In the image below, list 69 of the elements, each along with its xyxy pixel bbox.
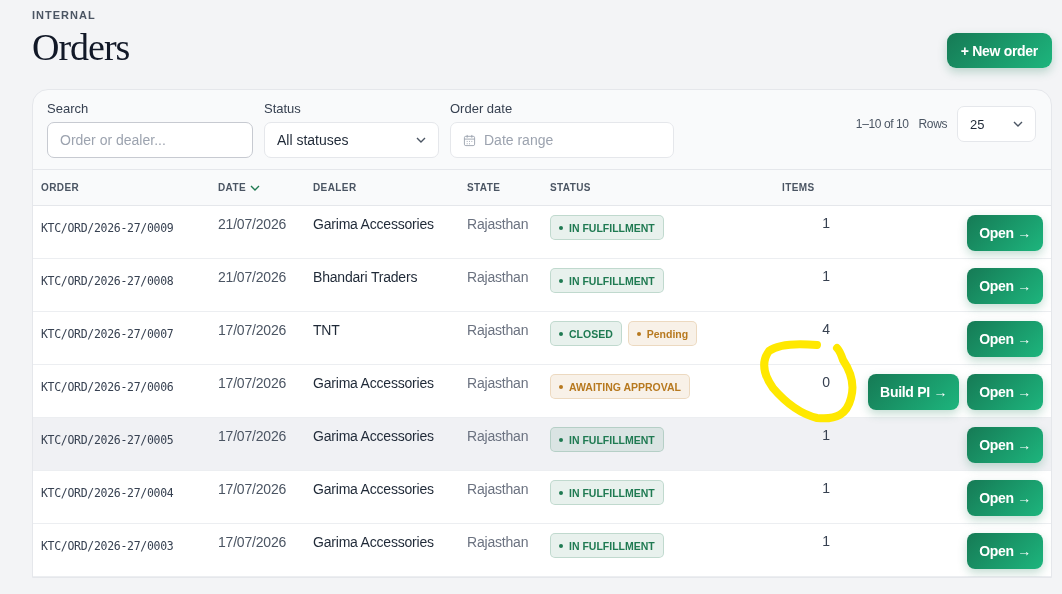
column-header[interactable]: DATE xyxy=(218,182,261,193)
state-name: Rajasthan xyxy=(467,321,529,338)
order-date: 17/07/2026 xyxy=(218,533,287,550)
order-number: KTC/ORD/2026-27/0008 xyxy=(41,273,174,288)
rows-label: Rows xyxy=(918,117,947,131)
order-date: 17/07/2026 xyxy=(218,427,287,444)
status-badge: IN FULFILLMENT xyxy=(550,533,664,558)
open-button[interactable]: Open → xyxy=(967,480,1043,516)
date-range-field[interactable]: Date range xyxy=(450,122,674,158)
item-count: 1 xyxy=(822,215,831,231)
item-count: 1 xyxy=(822,427,831,443)
status-badge: IN FULFILLMENT xyxy=(550,427,664,452)
dealer-name: Bhandari Traders xyxy=(313,268,418,285)
column-header[interactable]: STATE xyxy=(467,182,501,193)
open-button[interactable]: Open → xyxy=(967,321,1043,357)
search-field[interactable]: Order or dealer... xyxy=(47,122,253,158)
status-select[interactable]: All statuses xyxy=(264,122,439,158)
status-badge: IN FULFILLMENT xyxy=(550,215,664,240)
order-number: KTC/ORD/2026-27/0005 xyxy=(41,432,174,447)
order-number: KTC/ORD/2026-27/0003 xyxy=(41,538,174,553)
order-date: 17/07/2026 xyxy=(218,480,287,497)
dealer-name: Garima Accessories xyxy=(313,215,434,232)
column-header[interactable]: ITEMS xyxy=(782,182,815,193)
order-number: KTC/ORD/2026-27/0009 xyxy=(41,220,174,235)
item-count: 0 xyxy=(822,374,831,390)
open-button[interactable]: Open → xyxy=(967,533,1043,569)
status-badge: CLOSED xyxy=(550,321,622,346)
dealer-name: TNT xyxy=(313,321,340,338)
column-header[interactable]: STATUS xyxy=(550,182,591,193)
order-number: KTC/ORD/2026-27/0007 xyxy=(41,326,174,341)
dealer-name: Garima Accessories xyxy=(313,533,434,550)
state-name: Rajasthan xyxy=(467,480,529,497)
column-header[interactable]: ORDER xyxy=(41,182,80,193)
dealer-name: Garima Accessories xyxy=(313,427,434,444)
state-name: Rajasthan xyxy=(467,533,529,550)
item-count: 1 xyxy=(822,533,831,549)
order-date: 17/07/2026 xyxy=(218,374,287,391)
open-button[interactable]: Open → xyxy=(967,215,1043,251)
field-label: Order date xyxy=(450,101,514,116)
open-button[interactable]: Open → xyxy=(967,268,1043,304)
dealer-name: Garima Accessories xyxy=(313,374,434,391)
section-eyebrow: INTERNAL xyxy=(32,9,97,21)
item-count: 4 xyxy=(822,321,831,337)
dealer-name: Garima Accessories xyxy=(313,480,434,497)
status-badge: IN FULFILLMENT xyxy=(550,268,664,293)
state-name: Rajasthan xyxy=(467,215,529,232)
field-label: Status xyxy=(264,101,302,116)
status-badge: Pending xyxy=(627,321,698,346)
order-date: 21/07/2026 xyxy=(218,268,287,285)
new-order-button[interactable]: + New order xyxy=(946,33,1052,68)
state-name: Rajasthan xyxy=(467,427,529,444)
column-header[interactable]: DEALER xyxy=(313,182,357,193)
pagination-range: 1–10 of 10 xyxy=(855,117,909,131)
order-date: 17/07/2026 xyxy=(218,321,287,338)
open-button[interactable]: Open → xyxy=(967,374,1043,410)
open-button[interactable]: Open → xyxy=(967,427,1043,463)
item-count: 1 xyxy=(822,480,831,496)
order-date: 21/07/2026 xyxy=(218,215,287,232)
item-count: 1 xyxy=(822,268,831,284)
state-name: Rajasthan xyxy=(467,374,529,391)
field-label: Search xyxy=(47,101,90,116)
order-number: KTC/ORD/2026-27/0006 xyxy=(41,379,174,394)
rows-select[interactable]: 25 xyxy=(957,106,1036,142)
status-badge: IN FULFILLMENT xyxy=(550,480,664,505)
order-number: KTC/ORD/2026-27/0004 xyxy=(41,485,174,500)
build-pi-button[interactable]: Build PI → xyxy=(868,374,960,410)
page-title: Orders xyxy=(32,25,130,69)
status-badge: AWAITING APPROVAL xyxy=(550,374,690,399)
state-name: Rajasthan xyxy=(467,268,529,285)
